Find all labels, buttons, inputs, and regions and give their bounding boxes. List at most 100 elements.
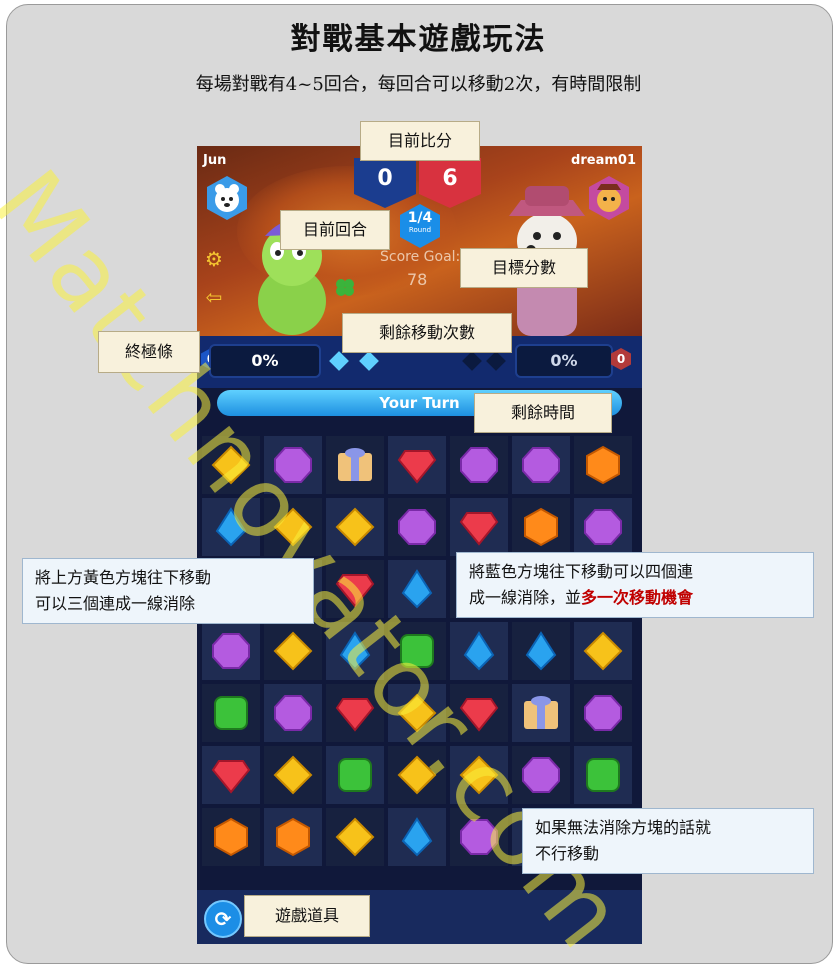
board-cell[interactable] — [450, 808, 508, 866]
note-blue-move: 將藍色方塊往下移動可以四個連 成一線消除，並多一次移動機會 — [456, 552, 814, 618]
red-gem[interactable] — [459, 693, 499, 733]
yellow-gem[interactable] — [583, 631, 623, 671]
board-cell[interactable] — [388, 622, 446, 680]
board-cell[interactable] — [202, 436, 260, 494]
exit-icon[interactable]: ⇦ — [203, 286, 225, 308]
orange-gem[interactable] — [273, 817, 313, 857]
board-cell[interactable] — [202, 684, 260, 742]
move-indicator-1 — [329, 351, 349, 371]
board-cell[interactable] — [202, 808, 260, 866]
board-cell[interactable] — [326, 808, 384, 866]
blue-gem[interactable] — [459, 631, 499, 671]
purple-gem[interactable] — [273, 693, 313, 733]
red-gem[interactable] — [459, 507, 499, 547]
board-cell[interactable] — [326, 746, 384, 804]
board-cell[interactable] — [202, 746, 260, 804]
yellow-gem[interactable] — [335, 507, 375, 547]
blue-gem[interactable] — [211, 507, 251, 547]
gear-icon[interactable]: ⚙ — [203, 248, 225, 270]
note-blue-move-line-2a: 成一線消除，並 — [469, 588, 582, 607]
board-cell[interactable] — [326, 684, 384, 742]
purple-gem[interactable] — [459, 817, 499, 857]
red-gem[interactable] — [397, 445, 437, 485]
board-cell[interactable] — [574, 746, 632, 804]
board-cell[interactable] — [264, 622, 322, 680]
gift-gem[interactable] — [521, 693, 561, 733]
board-cell[interactable] — [512, 746, 570, 804]
board-cell[interactable] — [388, 436, 446, 494]
orange-gem[interactable] — [521, 507, 561, 547]
purple-gem[interactable] — [273, 445, 313, 485]
red-gem[interactable] — [335, 693, 375, 733]
board-cell[interactable] — [326, 622, 384, 680]
red-gem[interactable] — [335, 569, 375, 609]
green-gem[interactable] — [583, 755, 623, 795]
board-cell[interactable] — [574, 498, 632, 556]
red-gem[interactable] — [211, 755, 251, 795]
purple-gem[interactable] — [583, 507, 623, 547]
board-cell[interactable] — [264, 436, 322, 494]
yellow-gem[interactable] — [273, 631, 313, 671]
blue-gem[interactable] — [397, 569, 437, 609]
purple-gem[interactable] — [459, 445, 499, 485]
blue-gem[interactable] — [335, 631, 375, 671]
board-cell[interactable] — [326, 436, 384, 494]
board-cell[interactable] — [388, 498, 446, 556]
clover-icon — [336, 279, 354, 296]
board-cell[interactable] — [512, 622, 570, 680]
green-gem[interactable] — [397, 631, 437, 671]
board-cell[interactable] — [388, 560, 446, 618]
board-cell[interactable] — [450, 622, 508, 680]
board-cell[interactable] — [450, 436, 508, 494]
yellow-gem[interactable] — [397, 693, 437, 733]
board-cell[interactable] — [264, 746, 322, 804]
orange-gem[interactable] — [583, 445, 623, 485]
board-cell[interactable] — [202, 498, 260, 556]
yellow-gem[interactable] — [273, 755, 313, 795]
purple-gem[interactable] — [211, 631, 251, 671]
gift-gem[interactable] — [335, 445, 375, 485]
yellow-gem[interactable] — [335, 817, 375, 857]
board-cell[interactable] — [450, 498, 508, 556]
player-left-name: Jun — [203, 153, 227, 168]
purple-gem[interactable] — [521, 755, 561, 795]
board-cell[interactable] — [388, 808, 446, 866]
meter-left: 0% — [209, 344, 321, 378]
purple-gem[interactable] — [521, 445, 561, 485]
board-cell[interactable] — [574, 684, 632, 742]
green-gem[interactable] — [211, 693, 251, 733]
board-cell[interactable] — [326, 560, 384, 618]
blue-gem[interactable] — [397, 817, 437, 857]
purple-gem[interactable] — [583, 693, 623, 733]
callout-game-items: 遊戲道具 — [244, 895, 370, 937]
board-cell[interactable] — [264, 684, 322, 742]
move-indicator-3 — [462, 351, 482, 371]
yellow-gem[interactable] — [459, 755, 499, 795]
board-cell[interactable] — [574, 622, 632, 680]
board-cell[interactable] — [512, 498, 570, 556]
refresh-icon[interactable]: ⟳ — [204, 900, 242, 938]
board-cell[interactable] — [512, 436, 570, 494]
board-cell[interactable] — [202, 622, 260, 680]
board-cell[interactable] — [512, 684, 570, 742]
note-blue-move-line-1: 將藍色方塊往下移動可以四個連 — [469, 562, 694, 581]
yellow-gem[interactable] — [397, 755, 437, 795]
board-cell[interactable] — [450, 746, 508, 804]
round-label: Round — [408, 226, 432, 234]
blue-gem[interactable] — [521, 631, 561, 671]
yellow-gem[interactable] — [211, 445, 251, 485]
board-cell[interactable] — [450, 684, 508, 742]
purple-gem[interactable] — [397, 507, 437, 547]
board-cell[interactable] — [264, 498, 322, 556]
page-subtitle: 每場對戰有4~5回合，每回合可以移動2次，有時間限制 — [195, 74, 642, 95]
yellow-gem[interactable] — [273, 507, 313, 547]
board-cell[interactable] — [388, 746, 446, 804]
callout-remaining-time: 剩餘時間 — [474, 393, 612, 433]
board-cell[interactable] — [574, 436, 632, 494]
orange-gem[interactable] — [211, 817, 251, 857]
board-cell[interactable] — [264, 808, 322, 866]
board-cell[interactable] — [326, 498, 384, 556]
board-cell[interactable] — [388, 684, 446, 742]
green-gem[interactable] — [335, 755, 375, 795]
note-no-match: 如果無法消除方塊的話就 不行移動 — [522, 808, 814, 874]
